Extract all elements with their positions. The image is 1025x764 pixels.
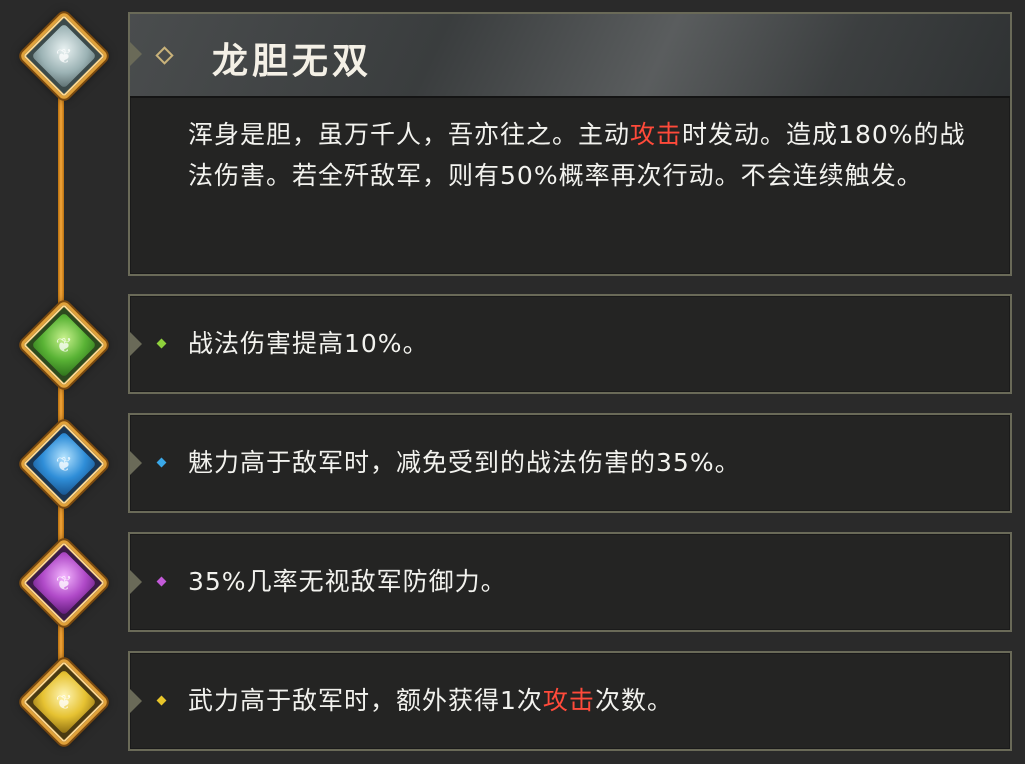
skill-description: 浑身是胆，虽万千人，吾亦往之。主动攻击时发动。造成180%的战法伤害。若全歼敌军…: [188, 114, 988, 196]
upgrade-text-part: 战法伤害提高10%。: [188, 329, 429, 358]
panel-notch: [128, 449, 142, 477]
main-skill-gem-icon[interactable]: ❦: [18, 10, 110, 102]
panel-notch: [128, 330, 142, 358]
gold-gem-icon[interactable]: ❦: [18, 656, 110, 748]
upgrade-panel-3: 35%几率无视敌军防御力。: [128, 532, 1012, 632]
blue-gem-icon[interactable]: ❦: [18, 418, 110, 510]
upgrade-text: 魅力高于敌军时，减免受到的战法伤害的35%。: [188, 443, 741, 483]
upgrade-panel-1: 战法伤害提高10%。: [128, 294, 1012, 394]
upgrade-panel-4: 武力高于敌军时，额外获得1次攻击次数。: [128, 651, 1012, 751]
panel-notch: [128, 40, 142, 68]
description-keyword-attack: 攻击: [630, 120, 683, 149]
upgrade-text: 武力高于敌军时，额外获得1次攻击次数。: [188, 681, 673, 721]
panel-notch: [128, 568, 142, 596]
upgrade-text: 35%几率无视敌军防御力。: [188, 562, 507, 602]
upgrade-keyword-attack: 攻击: [542, 686, 595, 715]
green-bullet-icon: [156, 338, 167, 349]
upgrade-text-part: 35%几率无视敌军防御力。: [188, 567, 507, 596]
upgrade-text-part: 武力高于敌军时，额外获得1次: [188, 686, 543, 715]
skill-header: 龙胆无双: [128, 14, 1010, 98]
purple-bullet-icon: [156, 576, 167, 587]
main-skill-panel: 龙胆无双 浑身是胆，虽万千人，吾亦往之。主动攻击时发动。造成180%的战法伤害。…: [128, 12, 1012, 276]
green-gem-icon[interactable]: ❦: [18, 299, 110, 391]
upgrade-text: 战法伤害提高10%。: [188, 324, 429, 364]
upgrade-text-part: 魅力高于敌军时，减免受到的战法伤害的35%。: [188, 448, 741, 477]
upgrade-text-part: 次数。: [594, 686, 673, 715]
purple-gem-icon[interactable]: ❦: [18, 537, 110, 629]
skill-title: 龙胆无双: [212, 40, 373, 82]
panel-notch: [128, 687, 142, 715]
description-text: 浑身是胆，虽万千人，吾亦往之。主动: [188, 120, 631, 149]
skill-timeline: [58, 40, 64, 740]
gold-bullet-icon: [156, 695, 167, 706]
blue-bullet-icon: [156, 457, 167, 468]
upgrade-panel-2: 魅力高于敌军时，减免受到的战法伤害的35%。: [128, 413, 1012, 513]
title-diamond-icon: [155, 46, 174, 65]
